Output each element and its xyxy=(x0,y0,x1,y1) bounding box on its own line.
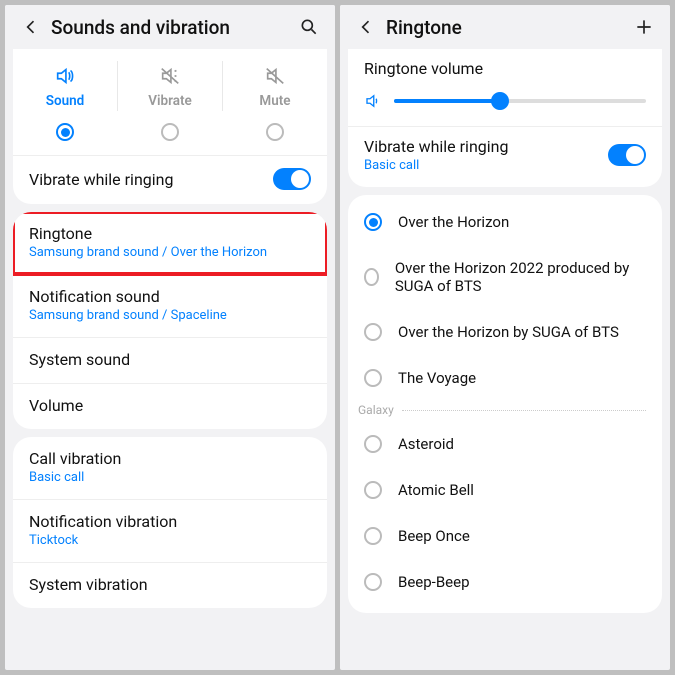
mode-mute[interactable]: Mute xyxy=(223,61,327,111)
vibrate-while-ringing-row[interactable]: Vibrate while ringing xyxy=(13,155,327,204)
call-vibration-row[interactable]: Call vibration Basic call xyxy=(13,437,327,499)
ringtone-item[interactable]: Beep-Beep xyxy=(348,559,662,605)
ringtone-item[interactable]: The Voyage xyxy=(348,355,662,401)
sound-mode-card: Sound Vibrate Mute Vibrate while ringing xyxy=(13,49,327,204)
search-icon[interactable] xyxy=(297,15,321,39)
vibrate-while-ringing-switch[interactable] xyxy=(273,168,311,190)
mode-radio-row xyxy=(13,117,327,155)
sound-mode-row: Sound Vibrate Mute xyxy=(13,49,327,117)
vibrate-while-ringing-row[interactable]: Vibrate while ringing Basic call xyxy=(348,126,662,187)
mute-icon xyxy=(264,65,286,87)
radio-sound[interactable] xyxy=(56,123,74,141)
sound-icon xyxy=(54,65,76,87)
ringtone-screen: Ringtone Ringtone volume Vibrate while r… xyxy=(340,5,670,670)
ringtone-volume-slider[interactable] xyxy=(394,99,646,103)
page-title: Sounds and vibration xyxy=(51,16,297,39)
slider-thumb[interactable] xyxy=(491,92,509,110)
ringtone-item[interactable]: Over the Horizon 2022 produced by SUGA o… xyxy=(348,245,662,309)
header: Sounds and vibration xyxy=(5,5,335,49)
section-separator: Galaxy xyxy=(348,401,662,421)
ringtone-volume-card: Ringtone volume Vibrate while ringing Ba… xyxy=(348,49,662,187)
notification-vibration-row[interactable]: Notification vibration Ticktock xyxy=(13,499,327,562)
vibration-settings-card: Call vibration Basic call Notification v… xyxy=(13,437,327,608)
ringtone-item[interactable]: Over the Horizon by SUGA of BTS xyxy=(348,309,662,355)
volume-row[interactable]: Volume xyxy=(13,383,327,429)
ringtone-radio[interactable] xyxy=(364,527,382,545)
ringtone-radio[interactable] xyxy=(364,573,382,591)
sound-settings-card: Ringtone Samsung brand sound / Over the … xyxy=(13,212,327,429)
vibrate-while-ringing-switch[interactable] xyxy=(608,144,646,166)
sounds-and-vibration-screen: Sounds and vibration Sound Vibrate Mute xyxy=(5,5,335,670)
ringtone-list-card: Over the Horizon Over the Horizon 2022 p… xyxy=(348,195,662,613)
back-icon[interactable] xyxy=(19,15,43,39)
ringtone-item[interactable]: Asteroid xyxy=(348,421,662,467)
notification-sound-row[interactable]: Notification sound Samsung brand sound /… xyxy=(13,274,327,337)
ringtone-row[interactable]: Ringtone Samsung brand sound / Over the … xyxy=(13,212,327,274)
mode-vibrate[interactable]: Vibrate xyxy=(118,61,223,111)
ringtone-radio[interactable] xyxy=(364,213,382,231)
ringtone-radio[interactable] xyxy=(364,435,382,453)
radio-vibrate[interactable] xyxy=(161,123,179,141)
ringtone-item[interactable]: Atomic Bell xyxy=(348,467,662,513)
radio-mute[interactable] xyxy=(266,123,284,141)
ringtone-radio[interactable] xyxy=(364,481,382,499)
ringtone-item[interactable]: Over the Horizon xyxy=(348,199,662,245)
ringtone-item[interactable]: Beep Once xyxy=(348,513,662,559)
system-vibration-row[interactable]: System vibration xyxy=(13,562,327,608)
back-icon[interactable] xyxy=(354,15,378,39)
ringtone-volume-label: Ringtone volume xyxy=(364,59,646,78)
volume-icon xyxy=(364,92,382,110)
vibrate-icon xyxy=(159,65,181,87)
header: Ringtone xyxy=(340,5,670,49)
ringtone-radio[interactable] xyxy=(364,268,379,286)
ringtone-radio[interactable] xyxy=(364,323,382,341)
page-title: Ringtone xyxy=(386,16,632,39)
ringtone-radio[interactable] xyxy=(364,369,382,387)
mode-sound[interactable]: Sound xyxy=(13,61,118,111)
add-icon[interactable] xyxy=(632,15,656,39)
system-sound-row[interactable]: System sound xyxy=(13,337,327,383)
